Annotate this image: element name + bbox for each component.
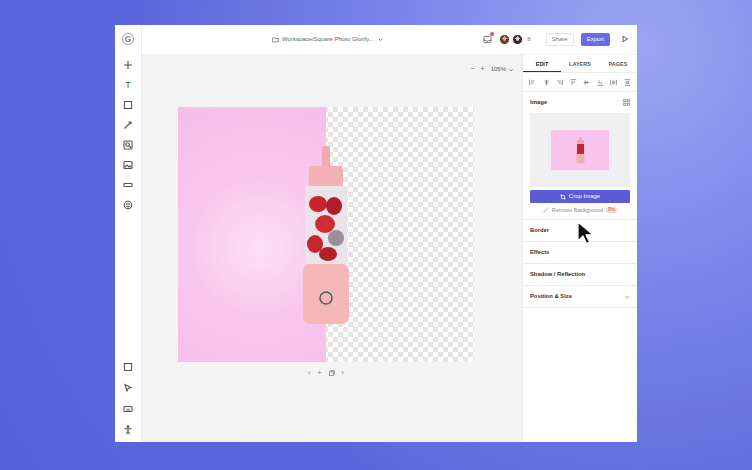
panel-section[interactable]: Effects	[523, 242, 637, 264]
panel-tab[interactable]: EDIT	[523, 55, 561, 72]
align-right-icon[interactable]	[556, 79, 563, 86]
image-preview[interactable]	[530, 113, 630, 187]
cursor-tool-icon[interactable]	[121, 382, 135, 394]
panel-section[interactable]: Shadow / Reflection	[523, 264, 637, 286]
zoom-out-button[interactable]: −	[470, 64, 474, 75]
page-icon[interactable]	[121, 361, 135, 373]
product-photo[interactable]	[296, 146, 356, 324]
align-center-icon[interactable]	[543, 79, 550, 86]
text-tool[interactable]: T	[121, 79, 135, 91]
section-title[interactable]: Effects	[530, 248, 549, 257]
unread-badge	[489, 31, 495, 37]
collaborators[interactable]: 8	[499, 34, 530, 45]
align-bottom-icon[interactable]	[597, 79, 604, 86]
section-title[interactable]: Shadow / Reflection	[530, 270, 585, 279]
next-page-button[interactable]: ›	[342, 369, 344, 376]
align-left-icon[interactable]	[529, 79, 536, 86]
remove-background-label[interactable]: Remove Background	[552, 206, 603, 214]
zoom-controls: − + 105%	[142, 55, 522, 77]
align-middle-icon[interactable]	[583, 79, 590, 86]
pro-badge: Pro	[606, 207, 617, 214]
collaborator-count: 8	[527, 35, 530, 44]
photo-icon[interactable]	[121, 159, 135, 171]
utility-list	[121, 361, 135, 436]
chevron-down-icon[interactable]	[508, 67, 514, 73]
frame-icon[interactable]	[121, 179, 135, 191]
panel-tabs: EDITLAYERSPAGES	[523, 55, 637, 73]
artboard[interactable]	[178, 107, 474, 362]
avatar[interactable]	[512, 34, 523, 45]
shape-icon[interactable]	[121, 99, 135, 111]
spacing-icon[interactable]	[624, 79, 631, 86]
document-title-text[interactable]: Workspace/Square Photo Glorify...	[282, 35, 374, 44]
crop-image-button[interactable]: Crop Image	[530, 190, 630, 203]
duplicate-icon[interactable]	[329, 370, 335, 376]
top-actions: 8 Share Export	[482, 33, 629, 47]
zoom-in-button[interactable]: +	[481, 64, 485, 75]
align-top-icon[interactable]	[570, 79, 577, 86]
align-toolbar	[523, 73, 637, 92]
tool-list: T	[121, 59, 135, 211]
zoom-value[interactable]: 105%	[491, 65, 506, 74]
chevron-down-icon[interactable]	[624, 294, 630, 300]
add-icon[interactable]	[121, 59, 135, 71]
previous-page-button[interactable]: ‹	[308, 369, 310, 376]
section-title[interactable]: Border	[530, 226, 549, 235]
properties-panel: EDITLAYERSPAGES Image	[522, 55, 637, 442]
sticker-icon[interactable]	[121, 199, 135, 211]
crop-icon	[560, 194, 566, 200]
image-search-icon[interactable]	[121, 139, 135, 151]
keyboard-icon[interactable]	[121, 403, 135, 415]
accessibility-icon[interactable]	[121, 424, 135, 436]
panel-section[interactable]: Position & Size	[523, 286, 637, 308]
document-title[interactable]: Workspace/Square Photo Glorify...	[272, 35, 384, 44]
product-thumbnail	[576, 137, 585, 163]
distribute-icon[interactable]	[610, 79, 617, 86]
play-icon	[621, 35, 629, 43]
add-page-button[interactable]: +	[317, 369, 321, 376]
export-button[interactable]: Export	[581, 33, 610, 47]
panel-section[interactable]: Border	[523, 220, 637, 242]
canvas-area: − + 105%	[142, 55, 522, 442]
panel-tab[interactable]: LAYERS	[561, 55, 599, 72]
remove-background-button[interactable]: Remove Background Pro	[523, 203, 637, 220]
crop-image-label[interactable]: Crop Image	[569, 192, 600, 201]
present-button[interactable]	[621, 35, 629, 43]
section-list: Border Effects Shadow / Reflection Position…	[523, 220, 637, 308]
share-button[interactable]: Share	[546, 33, 574, 47]
chevron-down-icon[interactable]	[377, 36, 384, 43]
original-background	[178, 107, 326, 362]
magic-wand-icon	[543, 207, 549, 213]
zoom-select[interactable]: 105%	[491, 65, 514, 74]
mouse-cursor-icon	[577, 221, 593, 245]
logo[interactable]: G	[122, 33, 134, 45]
tool-rail: G T	[115, 25, 142, 442]
image-thumbnail	[551, 130, 609, 170]
notifications-button[interactable]	[482, 34, 492, 44]
editor-window: G T Workspace/Square Photo Glorify...	[115, 25, 637, 442]
grid-icon[interactable]	[623, 99, 630, 106]
pen-icon[interactable]	[121, 119, 135, 131]
page-controls: ‹ + ›	[308, 369, 344, 376]
avatar[interactable]	[499, 34, 510, 45]
artboard-column: ‹ + ›	[178, 107, 474, 376]
panel-tab[interactable]: PAGES	[599, 55, 637, 72]
image-section-title: Image	[530, 98, 547, 107]
image-section-header: Image	[523, 92, 637, 112]
section-title[interactable]: Position & Size	[530, 292, 572, 301]
top-bar: Workspace/Square Photo Glorify... 8 Shar…	[142, 25, 637, 55]
folder-icon	[272, 36, 279, 43]
